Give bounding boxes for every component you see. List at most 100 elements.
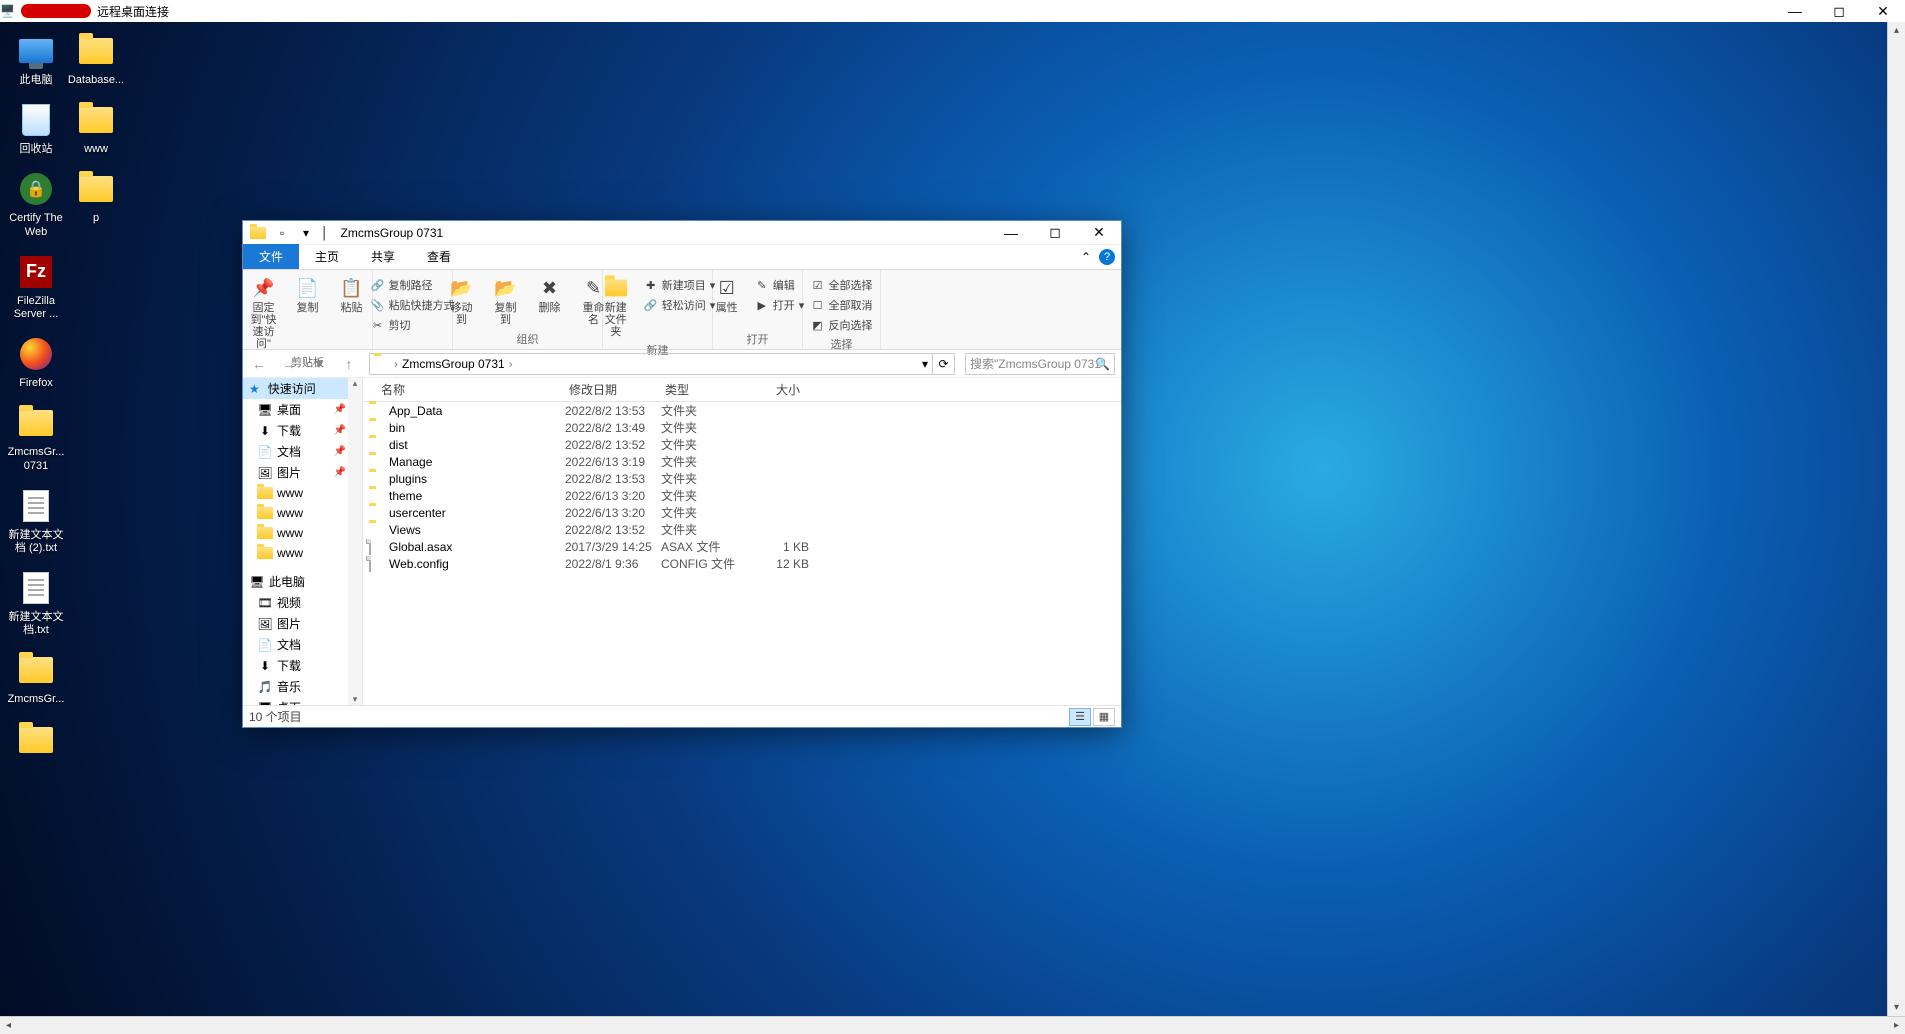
file-row[interactable]: Manage2022/6/13 3:19文件夹	[363, 453, 1121, 470]
new-item-button[interactable]: ✚新建项目 ▾	[642, 276, 718, 294]
rdp-minimize-button[interactable]: —	[1773, 0, 1817, 22]
rdp-title: 远程桌面连接	[97, 3, 169, 20]
new-folder-button[interactable]: 新建文件夹	[598, 274, 634, 340]
explorer-maximize-button[interactable]: ◻	[1033, 221, 1077, 245]
ribbon-tabs: 文件 主页 共享 查看 ⌃ ?	[243, 245, 1121, 270]
sidebar-pc-item-5[interactable]: 🖥桌面	[243, 697, 362, 705]
sidebar-item-3[interactable]: 🖼图片📌	[243, 462, 362, 483]
sidebar-item-6[interactable]: www	[243, 523, 362, 543]
ff-icon	[16, 335, 56, 373]
file-list[interactable]: 名称 修改日期 类型 大小 App_Data2022/8/2 13:53文件夹b…	[363, 378, 1121, 705]
file-row[interactable]: usercenter2022/6/13 3:20文件夹	[363, 504, 1121, 521]
scroll-right-button[interactable]: ▸	[1888, 1017, 1905, 1034]
sidebar-pc-item-4[interactable]: 🎵音乐	[243, 676, 362, 697]
explorer-close-button[interactable]: ✕	[1077, 221, 1121, 245]
sidebar-item-2[interactable]: 📄文档📌	[243, 441, 362, 462]
col-date[interactable]: 修改日期	[563, 381, 659, 398]
scroll-left-button[interactable]: ◂	[0, 1017, 17, 1034]
tab-home[interactable]: 主页	[299, 244, 355, 269]
file-row[interactable]: Global.asax2017/3/29 14:25ASAX 文件1 KB	[363, 538, 1121, 555]
file-row[interactable]: Web.config2022/8/1 9:36CONFIG 文件12 KB	[363, 555, 1121, 572]
column-headers[interactable]: 名称 修改日期 类型 大小	[363, 378, 1121, 402]
pin-quickaccess-button[interactable]: 📌固定到"快速访问"	[246, 274, 282, 352]
outer-horizontal-scrollbar[interactable]: ◂ ▸	[0, 1016, 1905, 1034]
sidebar-item-5[interactable]: www	[243, 503, 362, 523]
col-type[interactable]: 类型	[659, 381, 747, 398]
sidebar-item-7[interactable]: www	[243, 543, 362, 563]
explorer-titlebar[interactable]: ▫ ▾ │ ZmcmsGroup 0731 — ◻ ✕	[243, 221, 1121, 245]
refresh-button[interactable]: ⟳	[933, 353, 955, 375]
nav-up-button[interactable]: ↑	[339, 354, 359, 374]
nav-recent-button[interactable]: ▾	[309, 354, 329, 374]
rdp-maximize-button[interactable]: ◻	[1817, 0, 1861, 22]
explorer-minimize-button[interactable]: —	[989, 221, 1033, 245]
desktop-icon-newtxt[interactable]: 新建文本文档.txt	[6, 569, 66, 637]
file-row[interactable]: theme2022/6/13 3:20文件夹	[363, 487, 1121, 504]
edit-action-button[interactable]: ✎编辑	[753, 276, 807, 294]
icons-view-button[interactable]: ▦	[1093, 708, 1115, 726]
sidebar-item-1[interactable]: ⬇下载📌	[243, 420, 362, 441]
nav-forward-button[interactable]: →	[279, 354, 299, 374]
easy-access-button[interactable]: 🔗轻松访问 ▾	[642, 296, 718, 314]
copyto-button[interactable]: 📂复制到	[488, 274, 524, 328]
open-action-button[interactable]: ▶打开 ▾	[753, 296, 807, 314]
desktop-icon-firefox[interactable]: Firefox	[6, 335, 66, 390]
sidebar-scrollbar[interactable]: ▴▾	[348, 378, 362, 705]
col-name[interactable]: 名称	[363, 381, 563, 398]
file-row[interactable]: dist2022/8/2 13:52文件夹	[363, 436, 1121, 453]
properties-button[interactable]: ☑属性	[709, 274, 745, 316]
delete-button[interactable]: ✖删除	[532, 274, 568, 316]
desktop-icon-database[interactable]: Database...	[66, 32, 126, 87]
sidebar-pc-item-3[interactable]: ⬇下载	[243, 655, 362, 676]
tab-file[interactable]: 文件	[243, 244, 299, 269]
select-none-button[interactable]: ☐全部取消	[809, 296, 875, 314]
file-row[interactable]: App_Data2022/8/2 13:53文件夹	[363, 402, 1121, 419]
desktop-icon-zmcms2[interactable]: ZmcmsGr...	[6, 651, 66, 706]
ribbon-collapse-button[interactable]: ⌃	[1081, 250, 1091, 264]
desktop-icon-extra-folder[interactable]	[6, 721, 66, 763]
folder-icon	[249, 224, 267, 242]
outer-vertical-scrollbar[interactable]: ▴ ▾	[1887, 22, 1905, 1016]
qat-properties-button[interactable]: ▫	[273, 224, 291, 242]
col-size[interactable]: 大小	[747, 381, 807, 398]
desktop-icon-certify[interactable]: 🔒Certify The Web	[6, 170, 66, 238]
desktop-icon-filezilla[interactable]: FzFileZilla Server ...	[6, 253, 66, 321]
invert-selection-button[interactable]: ◩反向选择	[809, 316, 875, 334]
desktop-icon-www[interactable]: www	[66, 101, 126, 156]
tab-share[interactable]: 共享	[355, 244, 411, 269]
search-input[interactable]: 搜索"ZmcmsGroup 0731" 🔍	[965, 353, 1115, 375]
sidebar-pc-item-2[interactable]: 📄文档	[243, 634, 362, 655]
scroll-down-button[interactable]: ▾	[1888, 999, 1905, 1016]
nav-sidebar[interactable]: ★快速访问🖥桌面📌⬇下载📌📄文档📌🖼图片📌wwwwwwwwwwww🖥此电脑🎞视频…	[243, 378, 363, 705]
remote-desktop[interactable]: 此电脑回收站 🔒Certify The Web FzFileZilla Server…	[0, 22, 1887, 1016]
paste-button[interactable]: 📋粘贴	[334, 274, 370, 316]
scroll-up-button[interactable]: ▴	[1888, 22, 1905, 39]
sidebar-pc-item-0[interactable]: 🎞视频	[243, 592, 362, 613]
file-row[interactable]: bin2022/8/2 13:49文件夹	[363, 419, 1121, 436]
desktop-icon-newtxt2[interactable]: 新建文本文档 (2).txt	[6, 487, 66, 555]
rdp-close-button[interactable]: ✕	[1861, 0, 1905, 22]
file-row[interactable]: Views2022/8/2 13:52文件夹	[363, 521, 1121, 538]
tab-view[interactable]: 查看	[411, 244, 467, 269]
moveto-button[interactable]: 📂移动到	[444, 274, 480, 328]
desktop-icon-recycle[interactable]: 回收站	[6, 101, 66, 156]
desktop-icon-zmcms0731[interactable]: ZmcmsGr... 0731	[6, 404, 66, 472]
ribbon: 📌固定到"快速访问" 📄复制 📋粘贴 剪贴板 🔗复制路径 📎粘贴快捷方式 ✂剪切…	[243, 270, 1121, 350]
details-view-button[interactable]: ☰	[1069, 708, 1091, 726]
nav-back-button[interactable]: ←	[249, 354, 269, 374]
sidebar-item-0[interactable]: 🖥桌面📌	[243, 399, 362, 420]
file-row[interactable]: plugins2022/8/2 13:53文件夹	[363, 470, 1121, 487]
desktop-icon-this-pc[interactable]: 此电脑	[6, 32, 66, 87]
sidebar-pc-item-1[interactable]: 🖼图片	[243, 613, 362, 634]
crumb-dropdown[interactable]: ▾	[922, 357, 928, 371]
select-all-button[interactable]: ☑全部选择	[809, 276, 875, 294]
crumb-current[interactable]: ZmcmsGroup 0731	[402, 357, 505, 371]
desktop-icon-p[interactable]: p	[66, 170, 126, 225]
sidebar-item-4[interactable]: www	[243, 483, 362, 503]
help-button[interactable]: ?	[1099, 249, 1115, 265]
breadcrumb[interactable]: › ZmcmsGroup 0731 › ▾	[369, 353, 933, 375]
sidebar-this-pc[interactable]: 🖥此电脑	[243, 571, 362, 592]
qat-dropdown-button[interactable]: ▾	[297, 224, 315, 242]
sidebar-quick-access[interactable]: ★快速访问	[243, 378, 362, 399]
copy-button[interactable]: 📄复制	[290, 274, 326, 316]
